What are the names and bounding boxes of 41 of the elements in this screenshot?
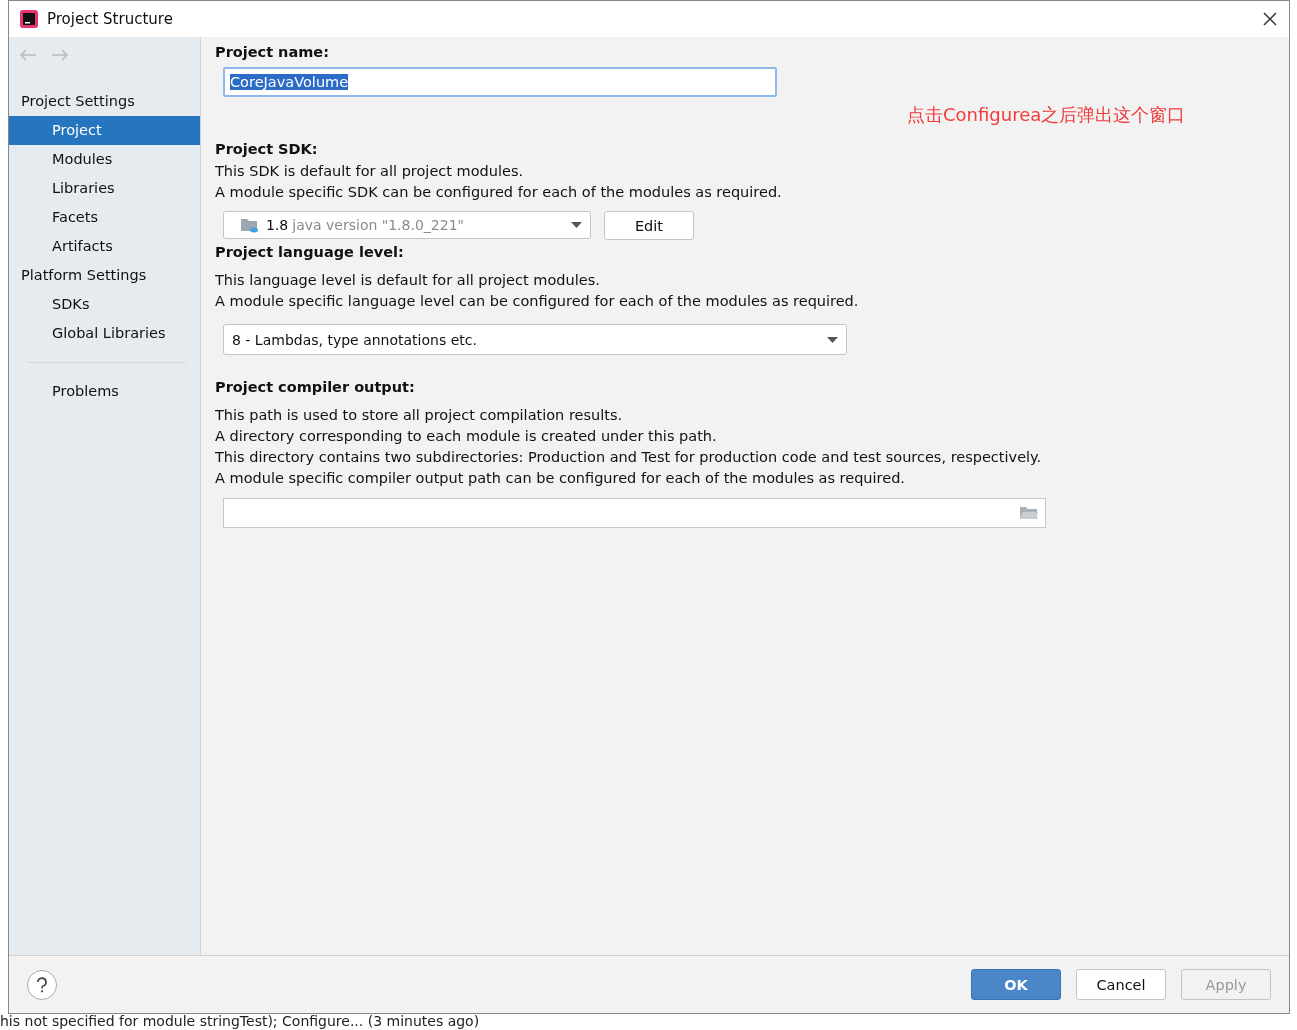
description-text: A module specific compiler output path can be configured for each of the modules as required. — [215, 469, 906, 488]
description-text: This path is used to store all project compilation results. — [215, 406, 624, 425]
sdk-dropdown[interactable]: 1.8 java version "1.8.0_221" — [223, 211, 591, 239]
help-icon[interactable] — [27, 969, 57, 1000]
dialog-button[interactable]: OK — [971, 969, 1061, 1000]
sidebar-item[interactable]: Libraries — [9, 174, 200, 203]
sidebar-item[interactable]: Modules — [9, 145, 200, 174]
sidebar-item[interactable]: Problems — [9, 377, 200, 406]
forward-arrow-icon[interactable] — [51, 49, 69, 61]
description-text: This SDK is default for all project modules. — [215, 162, 525, 181]
close-icon[interactable] — [1263, 12, 1277, 26]
description-text: This language level is default for all project modules. — [215, 271, 601, 290]
project-name-field[interactable]: CoreJavaVolume — [223, 67, 777, 97]
language-level-dropdown[interactable]: 8 - Lambdas, type annotations etc. — [223, 324, 847, 355]
sidebar-group-title: Platform Settings — [20, 266, 148, 285]
output-path-field[interactable] — [223, 498, 1046, 528]
sidebar-item[interactable]: Project — [9, 116, 200, 145]
field-label: Project language level: — [215, 244, 405, 262]
field-label: Project SDK: — [215, 141, 319, 159]
app-logo-icon — [19, 9, 39, 29]
folder-icon — [240, 217, 260, 233]
dialog-button[interactable]: Cancel — [1076, 969, 1166, 1000]
sidebar-item[interactable]: Global Libraries — [9, 319, 200, 348]
description-text: A module specific language level can be configured for each of the modules as required. — [215, 292, 860, 311]
folder-icon[interactable] — [1019, 506, 1039, 520]
field-label: Project name: — [215, 44, 330, 62]
sidebar-group-title: Project Settings — [20, 92, 136, 111]
description-text: A module specific SDK can be configured for each of the modules as required. — [215, 183, 783, 202]
edit-button[interactable]: Edit — [604, 211, 694, 240]
caret-icon — [827, 336, 838, 343]
sidebar-item[interactable]: SDKs — [9, 290, 200, 319]
description-text: A directory corresponding to each module is created under this path. — [215, 427, 718, 446]
annotation-text: 点击Configurea之后弹出这个窗口 — [907, 103, 1186, 127]
back-arrow-icon[interactable] — [19, 49, 37, 61]
field-label: Project compiler output: — [215, 379, 416, 397]
sidebar-item[interactable]: Artifacts — [9, 232, 200, 261]
caret-icon — [571, 222, 582, 228]
description-text: This directory contains two subdirectories: Production and Test for production code and test sources, respectively. — [215, 448, 1043, 467]
sidebar-item[interactable]: Facets — [9, 203, 200, 232]
window-title: Project Structure — [47, 10, 173, 28]
background-status-text: his not specified for module stringTest); Configure... (3 minutes ago) — [0, 1012, 480, 1030]
